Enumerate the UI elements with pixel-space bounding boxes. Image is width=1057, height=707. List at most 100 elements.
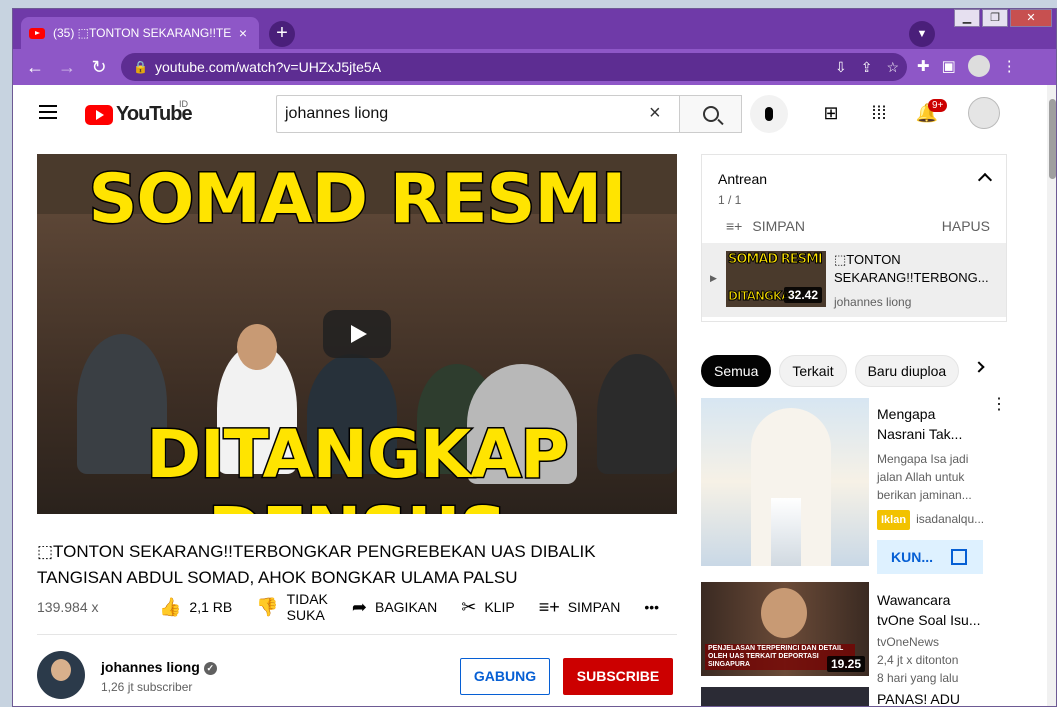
search-icon	[702, 106, 719, 122]
queue-panel: Antrean 1 / 1 ≡+ SIMPAN HAPUS ▶ SOMAD RES…	[701, 154, 1007, 322]
scrollbar-thumb[interactable]	[1049, 99, 1056, 179]
menu-icon[interactable]	[39, 105, 57, 119]
browser-profile-avatar[interactable]	[967, 55, 990, 77]
share-button[interactable]: ➦ BAGIKAN	[352, 597, 437, 618]
play-button[interactable]	[323, 310, 391, 358]
recommendation-ad[interactable]: Mengapa Nasrani Tak... ⋮ Mengapa Isa jad…	[701, 397, 1011, 578]
playlist-add-icon: ≡+	[726, 218, 743, 234]
verified-check-icon: ✓	[203, 662, 217, 675]
tab-close-icon[interactable]: ×	[235, 25, 251, 41]
external-link-icon	[951, 549, 967, 565]
save-label: SIMPAN	[567, 599, 621, 615]
youtube-play-logo-icon	[85, 104, 113, 125]
ad-channel: isadanalqu...	[916, 512, 985, 526]
visit-site-button[interactable]: KUN...	[877, 540, 983, 574]
apps-grid-icon[interactable]: ⁞⁞⁞	[867, 103, 891, 127]
video-title: ⬚TONTON SEKARANG!!TERBONGKAR PENGREBEKAN…	[37, 542, 596, 587]
scissors-icon: ✂	[461, 596, 477, 617]
clear-search-icon[interactable]: ×	[649, 102, 661, 125]
youtube-header: YouTube ID johannes liong × ⊞ ⁞⁞⁞ 🔔 9+	[13, 85, 1047, 141]
sidepanel-icon[interactable]: ▣	[942, 57, 956, 75]
minimize-button[interactable]: ▁	[954, 9, 980, 27]
like-button[interactable]: 👍 2,1 RB	[159, 597, 232, 618]
filter-chips: Semua Terkait Baru diuploa	[701, 355, 1001, 387]
forward-icon[interactable]: →	[55, 55, 79, 79]
recommendation-video[interactable]: PANAS! ADU	[701, 687, 1011, 707]
subscribe-button[interactable]: SUBSCRIBE	[563, 658, 673, 695]
browser-titlebar: (35) ⬚TONTON SEKARANG!!TERB × + ▼ ▁ ❐ ✕	[13, 9, 1056, 49]
country-code: ID	[179, 99, 188, 109]
more-vertical-icon[interactable]: ⋮	[991, 397, 1007, 413]
queue-item-title: ⬚TONTON SEKARANG!!TERBONG...	[834, 252, 989, 285]
clip-label: KLIP	[484, 599, 515, 615]
search-input[interactable]: johannes liong	[276, 95, 679, 133]
clip-button[interactable]: ✂ KLIP	[461, 597, 514, 618]
queue-count: 1 / 1	[718, 193, 742, 207]
rec-title: Wawancara tvOne Soal Isu...	[877, 592, 981, 628]
window-close-button[interactable]: ✕	[1010, 9, 1052, 27]
browser-tab[interactable]: (35) ⬚TONTON SEKARANG!!TERB ×	[21, 17, 259, 49]
like-count: 2,1 RB	[189, 599, 233, 615]
rec-thumbnail	[701, 687, 869, 706]
video-player[interactable]: SOMAD RESMI DITANGKAP DENSUS	[37, 154, 677, 514]
page-scrollbar[interactable]	[1047, 85, 1056, 706]
extensions-icon[interactable]: ✚	[917, 57, 930, 75]
playlist-add-icon: ≡+	[538, 596, 560, 617]
thumbnail-headline-top: SOMAD RESMI	[87, 159, 628, 241]
duration-badge: 19.25	[826, 656, 865, 672]
window-controls: ▁ ❐ ✕	[952, 9, 1052, 27]
browser-window: (35) ⬚TONTON SEKARANG!!TERB × + ▼ ▁ ❐ ✕ …	[12, 8, 1057, 707]
url-field[interactable]: 🔒 youtube.com/watch?v=UHZxJ5jte5A ⇩ ⇪ ☆	[121, 53, 907, 81]
view-count: 139.984 x	[37, 599, 99, 615]
dislike-label-line1: TIDAK	[286, 591, 328, 607]
ad-thumbnail	[701, 398, 869, 566]
lock-icon: 🔒	[133, 60, 148, 74]
channel-avatar[interactable]	[37, 651, 85, 699]
reload-icon[interactable]: ↻	[87, 55, 111, 79]
back-icon[interactable]: ←	[23, 55, 47, 79]
browser-menu-icon[interactable]: ⋮	[1002, 57, 1017, 75]
chip-baru-diupload[interactable]: Baru diuploa	[854, 355, 960, 387]
share-label: BAGIKAN	[374, 599, 438, 615]
rec-title: Mengapa Nasrani Tak...	[877, 406, 963, 442]
tab-title: (35) ⬚TONTON SEKARANG!!TERB	[53, 26, 231, 40]
dislike-button[interactable]: 👎 TIDAK SUKA	[256, 591, 328, 623]
queue-item[interactable]: ▶ SOMAD RESMI DITANGKAP 32.42 ⬚TONTON SE…	[702, 243, 1006, 317]
recommendation-video[interactable]: PENJELASAN TERPERINCI DAN DETAIL OLEH UA…	[701, 582, 1011, 685]
video-actions: 👍 2,1 RB 👎 TIDAK SUKA ➦ BAGIKAN ✂ KLIP ≡+ SIMP…	[159, 591, 683, 623]
rec-title: PANAS! ADU	[877, 691, 960, 707]
bookmark-star-icon[interactable]: ☆	[886, 53, 899, 81]
rec-views: 2,4 jt x ditonton	[877, 653, 959, 667]
chip-semua[interactable]: Semua	[701, 355, 772, 387]
save-button[interactable]: ≡+ SIMPAN	[539, 597, 621, 618]
voice-search-button[interactable]	[750, 95, 788, 133]
join-button[interactable]: GABUNG	[460, 658, 550, 695]
share-icon[interactable]: ⇪	[861, 53, 873, 81]
thumbs-up-icon: 👍	[159, 596, 182, 617]
tab-search-icon[interactable]: ▼	[909, 21, 935, 47]
search-button[interactable]	[679, 95, 742, 133]
queue-title: Antrean	[718, 171, 768, 187]
ad-description: Mengapa Isa jadi jalan Allah untuk berik…	[877, 452, 972, 502]
install-icon[interactable]: ⇩	[835, 53, 847, 81]
more-dots-icon: •••	[644, 599, 660, 615]
account-avatar[interactable]	[968, 97, 1000, 129]
share-arrow-icon: ➦	[351, 596, 367, 617]
channel-name[interactable]: johannes liong ✓	[101, 659, 217, 675]
thumbs-down-icon: 👎	[256, 596, 279, 617]
collapse-chevron-icon[interactable]	[977, 172, 993, 188]
queue-clear-button[interactable]: HAPUS	[942, 218, 990, 234]
now-playing-icon: ▶	[710, 273, 717, 283]
mic-icon	[765, 107, 773, 121]
create-video-icon[interactable]: ⊞	[819, 103, 843, 127]
youtube-favicon-icon	[29, 27, 45, 39]
youtube-logo[interactable]: YouTube ID	[85, 99, 193, 126]
dislike-label-line2: SUKA	[286, 607, 325, 623]
new-tab-button[interactable]: +	[269, 21, 295, 47]
maximize-button[interactable]: ❐	[982, 9, 1008, 27]
chip-terkait[interactable]: Terkait	[779, 355, 847, 387]
notification-badge: 9+	[928, 99, 948, 112]
queue-save-button[interactable]: ≡+ SIMPAN	[726, 218, 805, 234]
more-actions-button[interactable]: •••	[644, 599, 659, 615]
rec-thumbnail: PENJELASAN TERPERINCI DAN DETAIL OLEH UA…	[701, 582, 869, 676]
